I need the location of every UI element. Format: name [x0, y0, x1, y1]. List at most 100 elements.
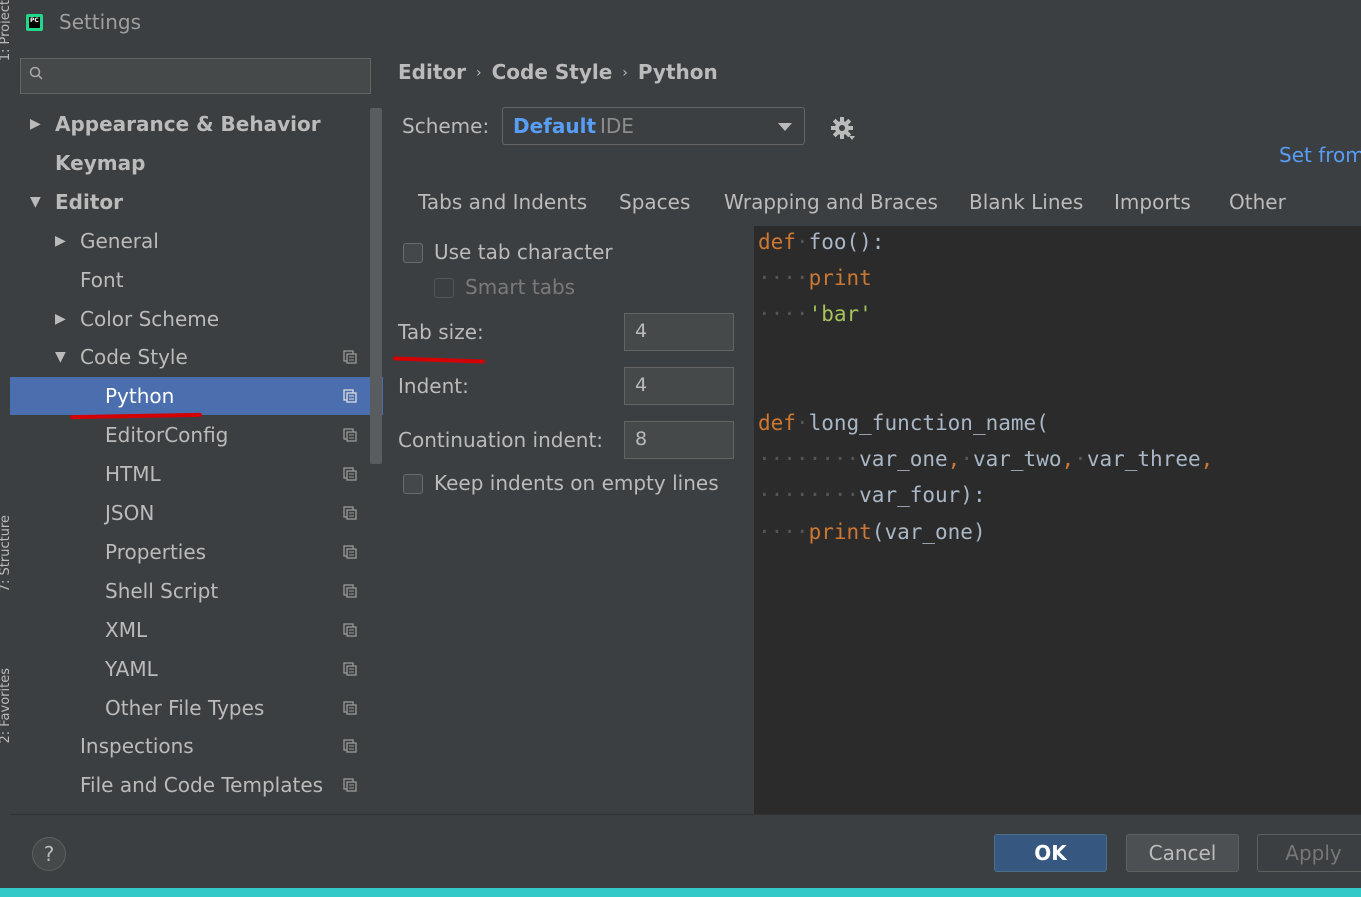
project-scope-icon	[343, 584, 357, 598]
scheme-dropdown[interactable]: Default IDE	[502, 107, 805, 145]
code-token: long_function_name(	[808, 411, 1049, 435]
whitespace-marker: ····	[758, 519, 809, 544]
settings-search-input[interactable]	[20, 58, 371, 94]
tree-item-font[interactable]: Font	[10, 261, 383, 299]
code-style-tabs: Tabs and Indents Spaces Wrapping and Bra…	[398, 186, 1361, 230]
code-token: def	[758, 411, 796, 435]
smart-tabs-checkbox[interactable]	[434, 278, 454, 298]
title-bar	[10, 0, 1361, 46]
tree-item-other-file-types[interactable]: Other File Types	[10, 689, 383, 727]
breadcrumb-code-style[interactable]: Code Style	[492, 60, 613, 84]
use-tab-character-label: Use tab character	[434, 240, 613, 264]
indent-options: Use tab character Smart tabs Tab size: 4…	[384, 226, 754, 814]
continuation-indent-value: 8	[635, 428, 648, 450]
tree-item-shell-script[interactable]: Shell Script	[10, 572, 383, 610]
tree-item-label: Inspections	[80, 734, 194, 759]
apply-button[interactable]: Apply	[1257, 834, 1361, 872]
breadcrumb-editor[interactable]: Editor	[398, 60, 466, 84]
indent-value: 4	[635, 374, 648, 396]
smart-tabs-label: Smart tabs	[465, 275, 576, 299]
tab-other[interactable]: Other	[1229, 190, 1286, 226]
tree-item-appearance-behavior[interactable]: ▶ Appearance & Behavior	[10, 105, 383, 143]
tab-imports[interactable]: Imports	[1114, 190, 1191, 226]
code-line: ····print	[758, 266, 872, 290]
code-token: print	[808, 266, 872, 291]
tree-item-general[interactable]: ▶ General	[10, 222, 383, 260]
project-scope-icon	[343, 778, 357, 792]
tree-item-code-style[interactable]: ▼ Code Style	[10, 338, 383, 376]
whitespace-marker: ····	[758, 302, 809, 327]
code-style-panel: Editor › Code Style › Python Scheme: Default…	[384, 46, 1361, 814]
tab-size-label: Tab size:	[398, 320, 484, 344]
tree-item-label: XML	[105, 617, 148, 642]
whitespace-marker: ········	[758, 447, 860, 472]
expanded-arrow-icon[interactable]: ▼	[30, 183, 41, 221]
desktop-background	[0, 888, 1361, 897]
set-from-link[interactable]: Set from...	[1279, 143, 1361, 167]
code-line: def·long_function_name(	[758, 411, 1049, 435]
code-token: var_one	[859, 447, 948, 472]
tab-blank-lines[interactable]: Blank Lines	[969, 190, 1083, 226]
project-scope-icon	[343, 506, 357, 520]
collapsed-arrow-icon[interactable]: ▶	[55, 222, 66, 260]
breadcrumb-python: Python	[637, 60, 718, 84]
project-scope-icon	[343, 739, 357, 754]
tab-size-field[interactable]: 4	[624, 313, 734, 351]
code-line: def·foo():	[758, 230, 884, 254]
whitespace-marker: ·	[795, 230, 809, 254]
tab-tabs-and-indents[interactable]: Tabs and Indents	[398, 190, 608, 230]
tree-item-keymap[interactable]: Keymap	[10, 144, 383, 182]
tree-item-label: Properties	[105, 539, 207, 564]
tree-item-python[interactable]: Python	[10, 377, 383, 416]
tree-item-file-and-code-templates[interactable]: File and Code Templates	[10, 766, 383, 804]
tab-wrapping-and-braces[interactable]: Wrapping and Braces	[724, 190, 938, 226]
tree-scrollbar[interactable]	[370, 108, 382, 464]
project-scope-icon	[343, 661, 357, 676]
breadcrumb-separator: ›	[476, 65, 482, 81]
breadcrumb-separator: ›	[622, 65, 628, 81]
ok-button[interactable]: OK	[994, 834, 1107, 872]
search-icon	[29, 66, 43, 80]
tree-item-label: YAML	[105, 656, 158, 681]
tree-item-html[interactable]: HTML	[10, 455, 383, 493]
tree-item-json[interactable]: JSON	[10, 494, 383, 532]
project-scope-icon	[343, 389, 357, 403]
whitespace-marker: ········	[758, 483, 860, 508]
tree-item-properties[interactable]: Properties	[10, 533, 383, 571]
breadcrumb: Editor › Code Style › Python	[398, 60, 718, 84]
scheme-label: Scheme:	[402, 114, 490, 138]
code-token: def	[758, 230, 796, 254]
whitespace-marker: ·	[795, 411, 809, 435]
tree-item-label: Appearance & Behavior	[55, 112, 321, 136]
tree-item-label: JSON	[105, 501, 155, 525]
tab-spaces[interactable]: Spaces	[619, 190, 690, 226]
use-tab-character-checkbox[interactable]	[403, 243, 423, 263]
tree-item-editor[interactable]: ▼ Editor	[10, 183, 383, 221]
tree-item-xml[interactable]: XML	[10, 611, 383, 649]
collapsed-arrow-icon[interactable]: ▶	[30, 105, 41, 143]
tree-item-label: Editor	[55, 189, 123, 214]
keep-indents-label: Keep indents on empty lines	[434, 471, 719, 495]
gear-icon[interactable]	[830, 116, 856, 142]
tree-item-yaml[interactable]: YAML	[10, 650, 383, 688]
tree-item-inspections[interactable]: Inspections	[10, 727, 383, 765]
help-button[interactable]: ?	[32, 837, 66, 871]
code-token: ,	[1200, 447, 1214, 472]
collapsed-arrow-icon[interactable]: ▶	[55, 300, 66, 338]
tree-item-label: Shell Script	[105, 578, 219, 603]
code-token: 'bar'	[808, 302, 872, 327]
tree-item-editorconfig[interactable]: EditorConfig	[10, 416, 383, 454]
project-scope-icon	[343, 623, 357, 637]
tree-item-label: Other File Types	[105, 695, 265, 720]
continuation-indent-field[interactable]: 8	[624, 421, 734, 459]
tree-item-color-scheme[interactable]: ▶ Color Scheme	[10, 300, 383, 338]
cancel-button[interactable]: Cancel	[1126, 834, 1239, 872]
tree-item-label: General	[80, 228, 159, 253]
project-scope-icon	[343, 545, 357, 559]
keep-indents-checkbox[interactable]	[403, 474, 423, 494]
expanded-arrow-icon[interactable]: ▼	[55, 338, 66, 376]
scheme-name: Default	[513, 114, 597, 138]
indent-field[interactable]: 4	[624, 367, 734, 405]
tree-item-label: Font	[80, 267, 124, 292]
pycharm-app-icon: PC	[26, 14, 43, 31]
